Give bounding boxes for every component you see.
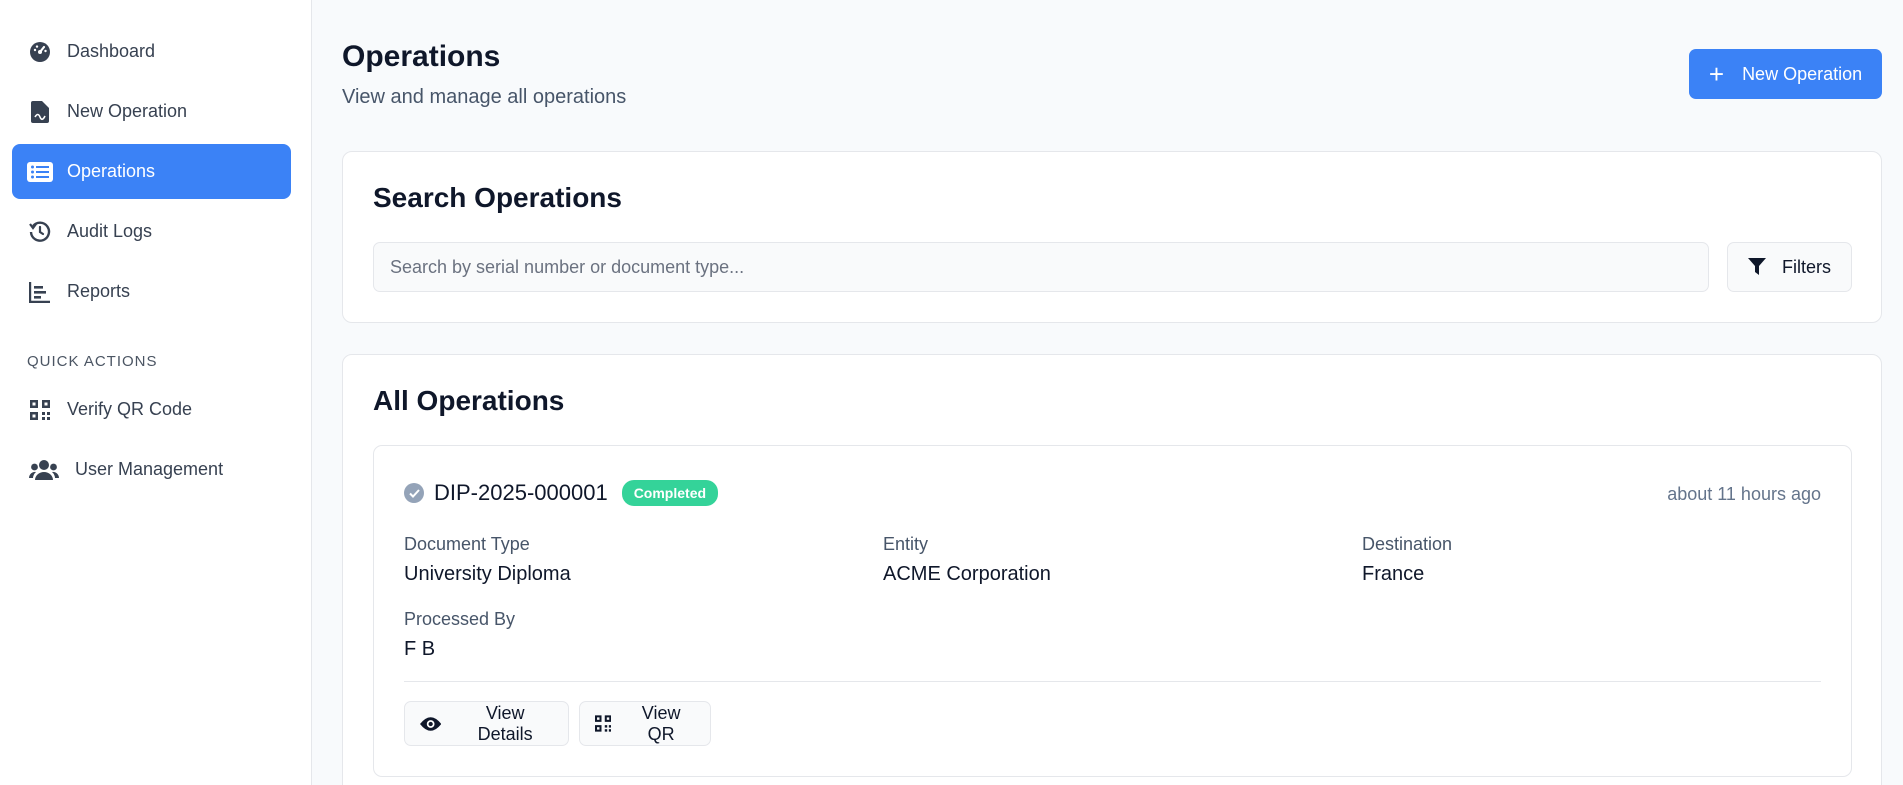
view-qr-button[interactable]: View QR: [579, 701, 711, 746]
quick-actions-heading: QUICK ACTIONS: [27, 353, 158, 370]
search-card-title: Search Operations: [373, 182, 622, 213]
sidebar-item-user-management[interactable]: User Management: [12, 442, 291, 497]
entity-field: Entity ACME Corporation: [883, 534, 1051, 586]
sidebar-item-label: Reports: [67, 281, 131, 301]
qrcode-icon: [27, 397, 53, 423]
bar-chart-icon: [27, 279, 53, 305]
qrcode-icon: [595, 715, 612, 732]
sidebar-item-reports[interactable]: Reports: [12, 264, 291, 319]
operation-serial[interactable]: DIP-2025-000001: [434, 480, 608, 506]
sidebar-item-operations[interactable]: Operations: [12, 144, 291, 199]
processed-by-field: Processed By F B: [404, 609, 515, 661]
sidebar-item-dashboard[interactable]: Dashboard: [12, 24, 291, 79]
document-type-label: Document Type: [404, 534, 530, 554]
operation-header: DIP-2025-000001 Completed: [404, 480, 719, 506]
search-input[interactable]: [373, 242, 1709, 292]
operation-item: DIP-2025-000001 Completed about 11 hours…: [373, 445, 1852, 777]
destination-value: France: [1362, 563, 1425, 585]
eye-icon: [420, 716, 442, 731]
destination-field: Destination France: [1362, 534, 1452, 586]
sidebar-item-label: User Management: [75, 459, 224, 479]
entity-label: Entity: [883, 534, 929, 554]
sidebar-item-label: Verify QR Code: [67, 399, 193, 419]
filters-label: Filters: [1782, 256, 1831, 277]
view-details-label: View Details: [477, 702, 533, 744]
page-subtitle: View and manage all operations: [342, 86, 627, 108]
new-operation-button[interactable]: + New Operation: [1689, 49, 1882, 99]
sidebar-item-label: Audit Logs: [67, 221, 153, 241]
operation-timestamp: about 11 hours ago: [1667, 484, 1821, 504]
processed-by-label: Processed By: [404, 609, 516, 629]
destination-label: Destination: [1362, 534, 1453, 554]
new-operation-label: New Operation: [1742, 63, 1863, 84]
divider: [404, 681, 1821, 682]
plus-icon: +: [1708, 59, 1725, 89]
sidebar: Dashboard New Operation Operations Audit…: [0, 0, 312, 785]
page-title: Operations: [342, 40, 501, 73]
status-badge: Completed: [621, 480, 719, 506]
processed-by-value: F B: [404, 638, 436, 660]
sidebar-item-label: Operations: [67, 161, 156, 181]
list-icon: [27, 159, 53, 185]
sidebar-item-new-operation[interactable]: New Operation: [12, 84, 291, 139]
filter-icon: [1748, 258, 1766, 275]
sidebar-item-audit-logs[interactable]: Audit Logs: [12, 204, 291, 259]
entity-value: ACME Corporation: [883, 563, 1051, 585]
check-circle-icon: [404, 483, 424, 503]
sidebar-item-label: New Operation: [67, 101, 188, 121]
filters-button[interactable]: Filters: [1727, 242, 1852, 292]
dashboard-gauge-icon: [27, 39, 53, 65]
view-details-button[interactable]: View Details: [404, 701, 569, 746]
sidebar-item-verify-qr[interactable]: Verify QR Code: [12, 382, 291, 437]
operations-card: All Operations DIP-2025-000001 Completed…: [342, 354, 1882, 785]
document-type-value: University Diploma: [404, 563, 571, 585]
users-icon: [27, 457, 61, 483]
operations-card-title: All Operations: [373, 385, 565, 416]
history-icon: [27, 219, 53, 245]
view-qr-label: View QR: [641, 702, 681, 744]
search-card: Search Operations Filters: [342, 151, 1882, 323]
sidebar-item-label: Dashboard: [67, 41, 156, 61]
file-signature-icon: [27, 99, 53, 125]
document-type-field: Document Type University Diploma: [404, 534, 571, 586]
